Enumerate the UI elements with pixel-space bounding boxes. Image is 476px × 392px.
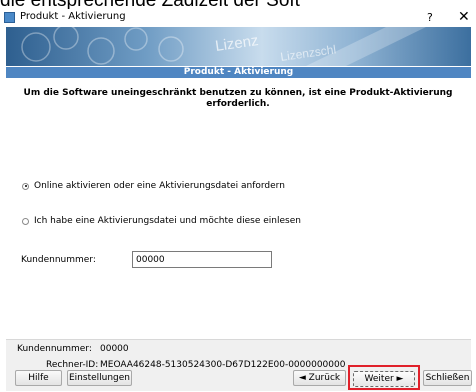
radio-label: Ich habe eine Aktivierungsdatei und möch…: [34, 216, 301, 226]
help-icon[interactable]: ?: [427, 11, 433, 24]
info-machine-id-label: Rechner-ID:: [46, 360, 99, 370]
banner-watermark-1: Lizenz: [214, 32, 259, 55]
info-customer-value: 00000: [100, 344, 129, 354]
customer-number-label: Kundennummer:: [21, 255, 96, 265]
close-icon[interactable]: ✕: [458, 9, 470, 25]
banner-image: Lizenz Lizenzschl: [6, 27, 471, 66]
radio-import-file[interactable]: Ich habe eine Aktivierungsdatei und möch…: [22, 216, 301, 226]
window-title: Produkt - Aktivierung: [20, 11, 126, 22]
window-titlebar: Produkt - Aktivierung ? ✕: [0, 9, 476, 27]
banner-graphic: Lizenz Lizenzschl: [21, 27, 426, 66]
close-button[interactable]: Schließen: [423, 370, 472, 386]
next-button[interactable]: Weiter ►: [353, 371, 415, 387]
info-machine-id-value: MEOAA46248-5130524300-D67D122E00-0000000…: [100, 360, 346, 370]
intro-text: Um die Software uneingeschränkt benutzen…: [23, 88, 453, 109]
settings-button[interactable]: Einstellungen: [67, 370, 132, 386]
section-header: Produkt - Aktivierung: [6, 67, 471, 78]
app-icon: [4, 12, 15, 23]
help-button[interactable]: Hilfe: [15, 370, 62, 386]
radio-online-activation[interactable]: Online aktivieren oder eine Aktivierungs…: [22, 181, 285, 191]
radio-label: Online aktivieren oder eine Aktivierungs…: [34, 181, 285, 191]
radio-button-selected[interactable]: [22, 182, 29, 190]
radio-button[interactable]: [22, 217, 29, 225]
next-button-highlight: Weiter ►: [348, 365, 420, 390]
back-button[interactable]: ◄ Zurück: [293, 370, 346, 386]
info-customer-label: Kundennummer:: [17, 344, 92, 354]
customer-number-input[interactable]: [132, 251, 272, 268]
